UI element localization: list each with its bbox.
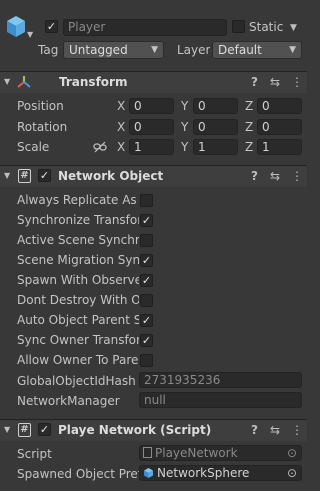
- rotation-z-field[interactable]: 0: [257, 119, 302, 135]
- position-x-field[interactable]: 0: [129, 98, 174, 114]
- network-object-title: Network Object: [58, 169, 164, 183]
- prefab-cube-icon: [143, 467, 154, 480]
- auto-object-parent-sync-checkbox[interactable]: ✓: [140, 314, 153, 327]
- tag-dropdown[interactable]: Untagged ▼: [63, 41, 164, 59]
- layer-label: Layer: [177, 43, 211, 57]
- help-icon[interactable]: ?: [251, 423, 258, 437]
- script-value: PlayeNetwork: [155, 446, 238, 460]
- static-label: Static: [249, 20, 284, 34]
- check-icon: ✓: [141, 314, 152, 327]
- help-icon[interactable]: ?: [251, 169, 258, 183]
- static-dropdown-arrow-icon[interactable]: ▼: [290, 23, 297, 33]
- gameobject-dropdown-arrow-icon[interactable]: ▼: [27, 30, 33, 39]
- always-replicate-checkbox[interactable]: [140, 194, 153, 207]
- scale-y-field[interactable]: 1: [193, 139, 238, 155]
- scene-migration-sync-label: Scene Migration Sync: [17, 253, 139, 267]
- network-object-enabled-toggle[interactable]: ✓: [38, 169, 51, 182]
- check-icon: ✓: [141, 254, 152, 267]
- spawn-with-observers-checkbox[interactable]: ✓: [140, 274, 153, 287]
- transform-icon: [17, 75, 31, 92]
- rotation-y-axis-label[interactable]: Y: [181, 120, 188, 134]
- spawned-object-prefab-label: Spawned Object Pref: [17, 467, 139, 481]
- script-field: PlayeNetwork ⊙: [139, 445, 302, 461]
- more-options-icon[interactable]: ⋮: [291, 423, 303, 437]
- scale-z-field[interactable]: 1: [257, 139, 302, 155]
- spawned-object-prefab-field[interactable]: NetworkSphere ⊙: [139, 465, 302, 481]
- collapse-arrow-icon[interactable]: ▼: [4, 425, 10, 434]
- network-manager-label: NetworkManager: [17, 394, 120, 408]
- sync-owner-transform-checkbox[interactable]: ✓: [140, 334, 153, 347]
- active-toggle[interactable]: ✓: [45, 20, 58, 33]
- playe-network-enabled-toggle[interactable]: ✓: [38, 423, 51, 436]
- allow-owner-to-parent-label: Allow Owner To Pare: [17, 353, 139, 367]
- synchronize-transform-label: Synchronize Transfor: [17, 213, 139, 227]
- dont-destroy-with-owner-checkbox[interactable]: [140, 294, 153, 307]
- scale-z-axis-label[interactable]: Z: [245, 140, 253, 154]
- preset-settings-icon[interactable]: ⇆: [270, 169, 280, 183]
- collapse-arrow-icon[interactable]: ▼: [4, 171, 10, 180]
- sync-owner-transform-label: Sync Owner Transfor: [17, 333, 139, 347]
- scale-x-field[interactable]: 1: [129, 139, 174, 155]
- script-hash-icon: #: [18, 169, 31, 183]
- script-label: Script: [17, 447, 52, 461]
- script-hash-icon: #: [18, 423, 31, 437]
- position-x-axis-label[interactable]: X: [117, 99, 125, 113]
- preset-settings-icon[interactable]: ⇆: [270, 423, 280, 437]
- more-options-icon[interactable]: ⋮: [291, 75, 303, 89]
- transform-header[interactable]: ▼ Transform ? ⇆ ⋮: [0, 71, 307, 93]
- check-icon: ✓: [141, 334, 152, 347]
- check-icon: ✓: [141, 274, 152, 287]
- dont-destroy-with-owner-label: Dont Destroy With Ow: [17, 293, 139, 307]
- position-y-axis-label[interactable]: Y: [181, 99, 188, 113]
- gameobject-cube-icon: [5, 14, 27, 40]
- playe-network-header[interactable]: ▼ # ✓ Playe Network (Script) ? ⇆ ⋮: [0, 419, 307, 441]
- network-object-header[interactable]: ▼ # ✓ Network Object ? ⇆ ⋮: [0, 165, 307, 187]
- active-scene-sync-checkbox[interactable]: [140, 234, 153, 247]
- network-manager-field: null: [139, 392, 302, 408]
- script-file-icon: [143, 447, 152, 458]
- scale-y-axis-label[interactable]: Y: [181, 140, 188, 154]
- rotation-x-axis-label[interactable]: X: [117, 120, 125, 134]
- synchronize-transform-checkbox[interactable]: ✓: [140, 214, 153, 227]
- global-object-id-hash-field: 2731935236: [139, 372, 302, 388]
- preset-settings-icon[interactable]: ⇆: [270, 75, 280, 89]
- tag-label: Tag: [38, 43, 59, 57]
- check-icon: ✓: [39, 423, 50, 436]
- global-object-id-hash-label: GlobalObjectIdHash: [17, 374, 136, 388]
- chevron-down-icon: ▼: [289, 45, 296, 55]
- allow-owner-to-parent-checkbox[interactable]: [140, 354, 153, 367]
- static-toggle[interactable]: [232, 20, 245, 33]
- chevron-down-icon: ▼: [151, 45, 158, 55]
- auto-object-parent-sync-label: Auto Object Parent S: [17, 313, 139, 327]
- rotation-x-field[interactable]: 0: [129, 119, 174, 135]
- help-icon[interactable]: ?: [251, 75, 258, 89]
- rotation-y-field[interactable]: 0: [193, 119, 238, 135]
- constrain-proportions-link-icon[interactable]: [93, 141, 107, 156]
- object-name-field[interactable]: Player: [63, 19, 227, 36]
- check-icon: ✓: [141, 214, 152, 227]
- playe-network-title: Playe Network (Script): [58, 423, 212, 437]
- check-icon: ✓: [46, 20, 57, 33]
- check-icon: ✓: [39, 169, 50, 182]
- object-picker-target-icon[interactable]: ⊙: [287, 466, 297, 480]
- position-z-field[interactable]: 0: [257, 98, 302, 114]
- position-y-field[interactable]: 0: [193, 98, 238, 114]
- layer-value: Default: [218, 43, 262, 57]
- scale-x-axis-label[interactable]: X: [117, 140, 125, 154]
- active-scene-sync-label: Active Scene Synchro: [17, 233, 139, 247]
- layer-dropdown[interactable]: Default ▼: [212, 41, 302, 59]
- spawned-object-prefab-value: NetworkSphere: [157, 466, 250, 480]
- position-z-axis-label[interactable]: Z: [245, 99, 253, 113]
- always-replicate-label: Always Replicate As R: [17, 193, 139, 207]
- rotation-z-axis-label[interactable]: Z: [245, 120, 253, 134]
- more-options-icon[interactable]: ⋮: [291, 169, 303, 183]
- transform-title: Transform: [59, 75, 128, 89]
- collapse-arrow-icon[interactable]: ▼: [4, 77, 10, 86]
- tag-value: Untagged: [69, 43, 128, 57]
- scene-migration-sync-checkbox[interactable]: ✓: [140, 254, 153, 267]
- spawn-with-observers-label: Spawn With Observer: [17, 273, 139, 287]
- object-picker-target-icon[interactable]: ⊙: [287, 446, 297, 460]
